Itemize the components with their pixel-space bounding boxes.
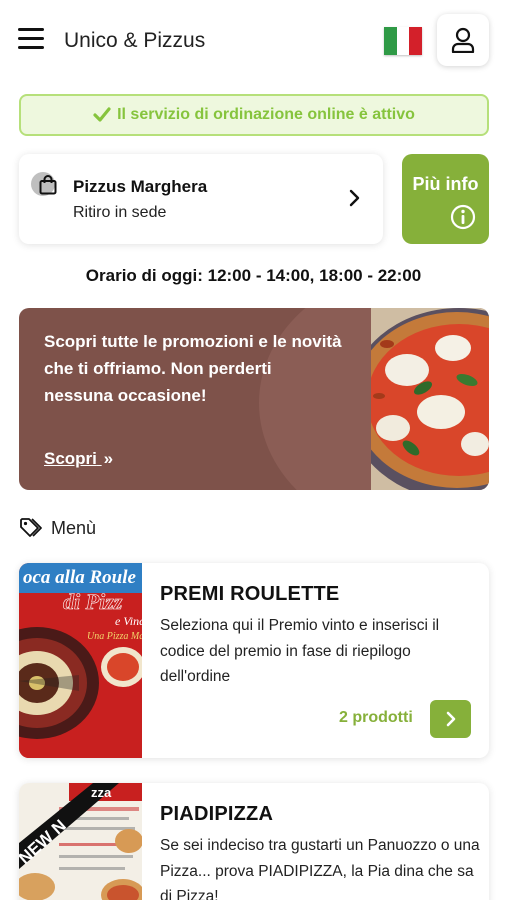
category-card-premi-roulette[interactable]: oca alla Roule di Pizz e Vinci Una Pizza… <box>19 563 489 758</box>
menu-section-heading: Menù <box>19 517 96 539</box>
store-name: Pizzus Marghera <box>73 177 208 196</box>
double-chevron-icon: » <box>103 449 114 468</box>
menu-icon[interactable] <box>18 28 44 52</box>
thumb-header-text: zza <box>91 785 112 800</box>
more-info-button[interactable]: Più info <box>402 154 489 244</box>
thumb-promo-text-2: di Pizz <box>63 589 123 614</box>
promo-banner: Scopri tutte le promozioni e le novità c… <box>19 308 489 490</box>
top-bar: Unico & Pizzus <box>0 0 507 82</box>
category-name: PIADIPIZZA <box>160 803 274 825</box>
product-count: 2 prodotti <box>339 709 413 726</box>
promo-text: Scopri tutte le promozioni e le novità c… <box>44 332 342 405</box>
service-status-text: Il servizio di ordinazione online è atti… <box>117 106 415 123</box>
category-description: Seleziona qui il Premio vinto e inserisc… <box>160 617 440 685</box>
chevron-right-icon <box>446 711 455 727</box>
user-account-button[interactable] <box>437 14 489 66</box>
category-card-piadipizza[interactable]: zza NEW N PIADIPIZZA Se sei indeciso tra… <box>19 783 489 900</box>
more-info-label: Più info <box>412 174 479 194</box>
check-icon <box>93 107 111 122</box>
service-status-banner: Il servizio di ordinazione online è atti… <box>19 94 489 136</box>
category-thumbnail: zza NEW N <box>19 783 142 900</box>
thumb-promo-text-3: e Vinci <box>115 614 142 628</box>
pizza-image <box>371 308 489 490</box>
info-icon <box>450 204 476 230</box>
opening-hours: Orario di oggi: 12:00 - 14:00, 18:00 - 2… <box>85 266 422 285</box>
open-category-button[interactable] <box>430 700 471 738</box>
menu-heading-label: Menù <box>51 517 97 538</box>
user-icon <box>451 27 475 53</box>
shopping-bag-icon <box>31 172 59 200</box>
chevron-right-icon <box>349 189 360 207</box>
tag-icon <box>20 518 42 537</box>
category-name: PREMI ROULETTE <box>160 583 340 605</box>
discover-link[interactable]: Scopri » <box>44 449 113 469</box>
italian-flag-icon[interactable] <box>384 27 423 55</box>
category-thumbnail: oca alla Roule di Pizz e Vinci Una Pizza… <box>19 563 142 758</box>
category-description: Se sei indeciso tra gustarti un Panuozzo… <box>160 837 480 900</box>
order-mode: Ritiro in sede <box>73 204 167 221</box>
thumb-promo-text-1: oca alla Roule <box>23 567 137 588</box>
app-title: Unico & Pizzus <box>64 29 206 52</box>
store-selector[interactable]: Pizzus Marghera Ritiro in sede <box>19 154 383 244</box>
thumb-promo-text-4: Una Pizza Ma <box>87 631 142 642</box>
discover-link-label: Scopri <box>44 449 97 468</box>
